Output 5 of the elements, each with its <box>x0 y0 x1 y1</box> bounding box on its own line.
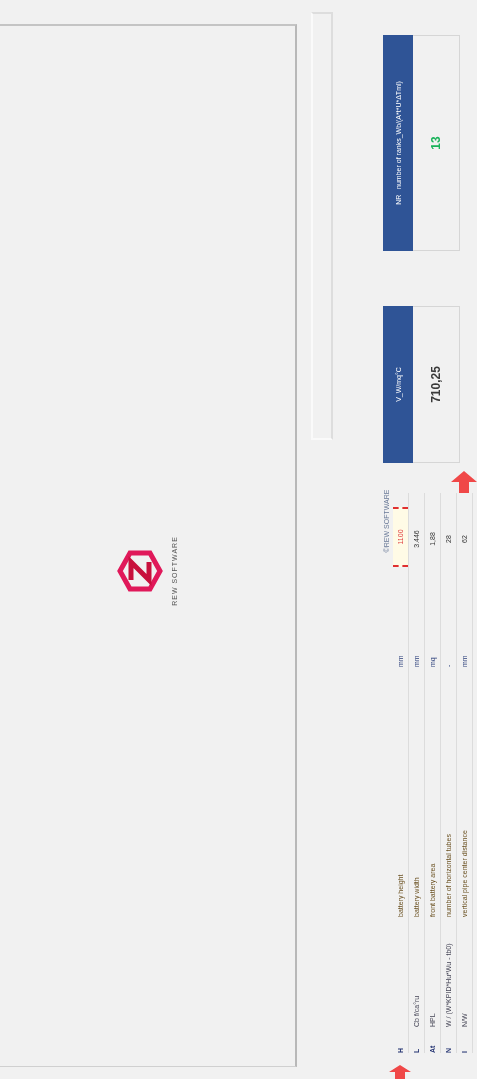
result-value: 710,25 <box>429 366 443 403</box>
result-value: 13 <box>429 136 443 150</box>
logo-icon <box>117 548 164 594</box>
arrow-icon <box>389 1065 411 1079</box>
arrow-icon <box>451 471 477 493</box>
